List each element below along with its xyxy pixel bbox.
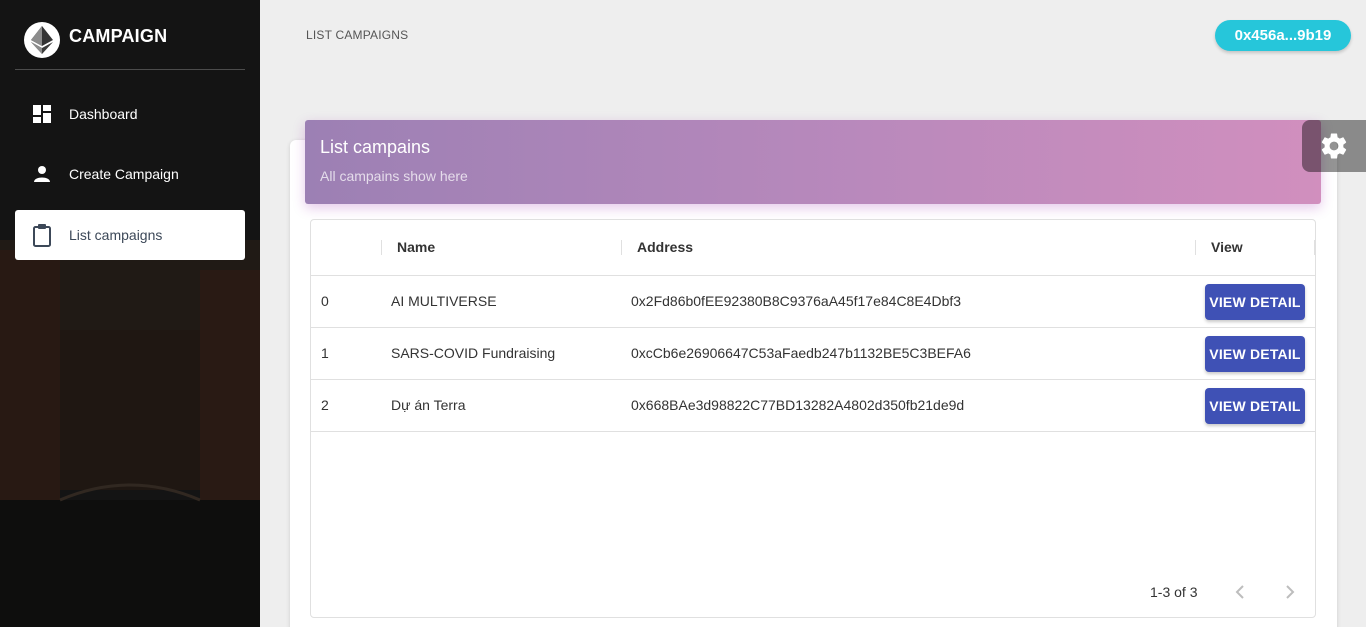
clipboard-icon	[30, 223, 54, 247]
campaign-address: 0x668BAe3d98822C77BD13282A4802d350fb21de…	[631, 397, 965, 413]
column-header-address[interactable]: Address	[637, 239, 693, 255]
sidebar-item-label: Dashboard	[69, 106, 138, 122]
column-header-view[interactable]: View	[1211, 239, 1243, 255]
previous-page-button[interactable]	[1228, 579, 1254, 605]
ethereum-logo-icon	[24, 22, 60, 58]
campaign-name: SARS-COVID Fundraising	[391, 345, 556, 361]
wallet-address-button[interactable]: 0x456a...9b19	[1215, 20, 1351, 51]
card-title: List campains	[320, 137, 431, 157]
row-index: 0	[321, 293, 329, 309]
table-header: Name Address View	[311, 220, 1315, 276]
sidebar-item-label: List campaigns	[69, 227, 163, 243]
column-header-name[interactable]: Name	[397, 239, 435, 255]
gear-icon	[1321, 133, 1347, 159]
view-detail-button[interactable]: VIEW DETAIL	[1205, 336, 1305, 372]
column-separator[interactable]	[1314, 240, 1315, 255]
divider	[15, 69, 245, 70]
chevron-right-icon	[1286, 585, 1295, 599]
sidebar-item-label: Create Campaign	[69, 166, 179, 182]
pagination-info: 1-3 of 3	[1150, 584, 1198, 600]
column-separator[interactable]	[1195, 240, 1196, 255]
card-header: List campains All campains show here	[305, 120, 1321, 204]
sidebar-item-create-campaign[interactable]: Create Campaign	[15, 149, 245, 199]
settings-button[interactable]	[1302, 120, 1366, 172]
next-page-button[interactable]	[1276, 579, 1302, 605]
view-detail-button[interactable]: VIEW DETAIL	[1205, 284, 1305, 320]
sidebar-item-list-campaigns[interactable]: List campaigns	[15, 210, 245, 260]
table-row: 2 Dự án Terra 0x668BAe3d98822C77BD13282A…	[311, 380, 1315, 432]
row-index: 1	[321, 345, 329, 361]
sidebar: CAMPAIGN Dashboard Create Campaign List …	[0, 0, 260, 627]
column-separator[interactable]	[621, 240, 622, 255]
card-subtitle: All campains show here	[320, 168, 468, 184]
column-separator[interactable]	[381, 240, 382, 255]
breadcrumb: LIST CAMPAIGNS	[306, 28, 409, 42]
row-index: 2	[321, 397, 329, 413]
sidebar-item-dashboard[interactable]: Dashboard	[15, 89, 245, 139]
brand-title: CAMPAIGN	[69, 26, 168, 46]
campaign-name: AI MULTIVERSE	[391, 293, 497, 309]
brand[interactable]: CAMPAIGN	[15, 20, 245, 70]
dashboard-icon	[30, 102, 54, 126]
campaign-address: 0xcCb6e26906647C53aFaedb247b1132BE5C3BEF…	[631, 345, 971, 361]
person-icon	[30, 162, 54, 186]
table-row: 0 AI MULTIVERSE 0x2Fd86b0fEE92380B8C9376…	[311, 276, 1315, 328]
campaign-address: 0x2Fd86b0fEE92380B8C9376aA45f17e84C8E4Db…	[631, 293, 962, 309]
table-row: 1 SARS-COVID Fundraising 0xcCb6e26906647…	[311, 328, 1315, 380]
chevron-left-icon	[1235, 585, 1244, 599]
campaign-table: Name Address View 0 AI MULTIVERSE 0x2Fd8…	[310, 219, 1316, 618]
view-detail-button[interactable]: VIEW DETAIL	[1205, 388, 1305, 424]
campaign-name: Dự án Terra	[391, 397, 466, 413]
